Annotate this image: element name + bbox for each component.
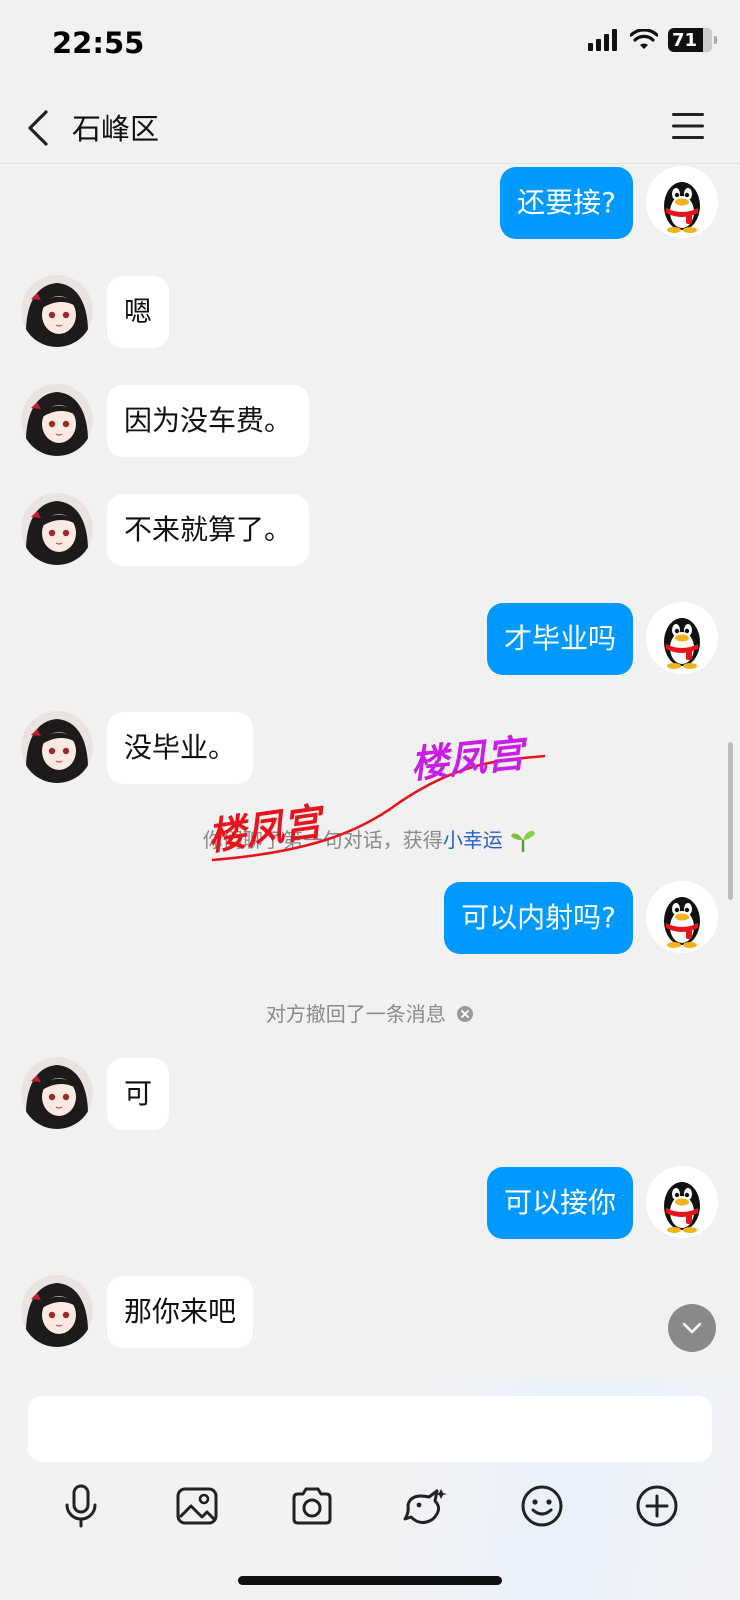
chat-header: 石峰区 [0, 90, 740, 164]
contact-avatar[interactable] [21, 1057, 93, 1129]
input-toolbar [0, 1478, 740, 1538]
message-row: 嗯 [0, 275, 740, 351]
emoji-icon [521, 1485, 563, 1527]
contact-avatar[interactable] [21, 1275, 93, 1347]
contact-avatar[interactable] [21, 493, 93, 565]
recall-text: 对方撤回了一条消息 [265, 1002, 446, 1026]
message-input[interactable] [28, 1396, 712, 1462]
home-indicator [238, 1576, 502, 1585]
menu-icon[interactable] [670, 110, 706, 142]
message-row: 因为没车费。 [0, 384, 740, 460]
image-icon [176, 1487, 218, 1525]
bird-button[interactable] [398, 1478, 454, 1534]
message-row: 还要接? [0, 166, 740, 242]
chat-title[interactable]: 石峰区 [72, 106, 159, 148]
scrollbar-thumb[interactable] [728, 742, 733, 900]
status-time: 22:55 [52, 26, 145, 60]
message-row: 不来就算了。 [0, 493, 740, 569]
penguin-avatar[interactable] [646, 1166, 718, 1238]
message-bubble-sent[interactable]: 可以内射吗? [444, 882, 633, 954]
camera-button[interactable] [284, 1478, 340, 1534]
watermark-text-purple: 楼凤宫 [408, 731, 531, 787]
message-bubble-received[interactable]: 不来就算了。 [107, 494, 310, 566]
status-indicators: 71 [588, 28, 717, 52]
watermark-overlay: 楼凤宫 楼凤宫 [205, 731, 546, 862]
wifi-icon [630, 29, 658, 49]
status-bar: 22:55 71 [0, 0, 740, 90]
message-bubble-received[interactable]: 可 [107, 1058, 170, 1130]
image-button[interactable] [169, 1478, 225, 1534]
contact-avatar[interactable] [21, 275, 93, 347]
message-row: 可以内射吗? [0, 881, 740, 957]
recall-notice: 对方撤回了一条消息 [0, 998, 740, 1027]
message-row: 那你来吧 [0, 1275, 740, 1351]
penguin-avatar[interactable] [646, 602, 718, 674]
microphone-icon [65, 1484, 97, 1528]
message-bubble-received[interactable]: 嗯 [107, 276, 170, 348]
message-row: 可以接你 [0, 1166, 740, 1242]
close-circle-icon[interactable] [456, 1005, 474, 1023]
message-bubble-sent[interactable]: 才毕业吗 [486, 603, 633, 675]
contact-avatar[interactable] [21, 384, 93, 456]
message-bubble-sent[interactable]: 可以接你 [486, 1167, 633, 1239]
microphone-button[interactable] [53, 1478, 109, 1534]
cellular-signal-icon [588, 29, 617, 51]
message-row: 才毕业吗 [0, 602, 740, 678]
contact-avatar[interactable] [21, 711, 93, 783]
message-row: 可 [0, 1057, 740, 1133]
camera-icon [292, 1487, 332, 1525]
plus-icon [636, 1485, 678, 1527]
plus-button[interactable] [629, 1478, 685, 1534]
penguin-avatar[interactable] [646, 881, 718, 953]
bird-icon [403, 1489, 447, 1524]
battery-icon: 71 [668, 28, 717, 52]
back-arrow-icon[interactable] [24, 108, 54, 148]
penguin-avatar[interactable] [646, 166, 718, 238]
chevron-down-icon [682, 1322, 702, 1334]
watermark-text-red: 楼凤宫 [205, 799, 329, 859]
scroll-to-bottom-button[interactable] [668, 1304, 716, 1352]
message-bubble-sent[interactable]: 还要接? [500, 167, 633, 239]
message-bubble-received[interactable]: 因为没车费。 [107, 385, 310, 457]
emoji-button[interactable] [514, 1478, 570, 1534]
message-bubble-received[interactable]: 那你来吧 [107, 1276, 254, 1348]
battery-level: 71 [672, 29, 698, 51]
composer [0, 1380, 740, 1600]
